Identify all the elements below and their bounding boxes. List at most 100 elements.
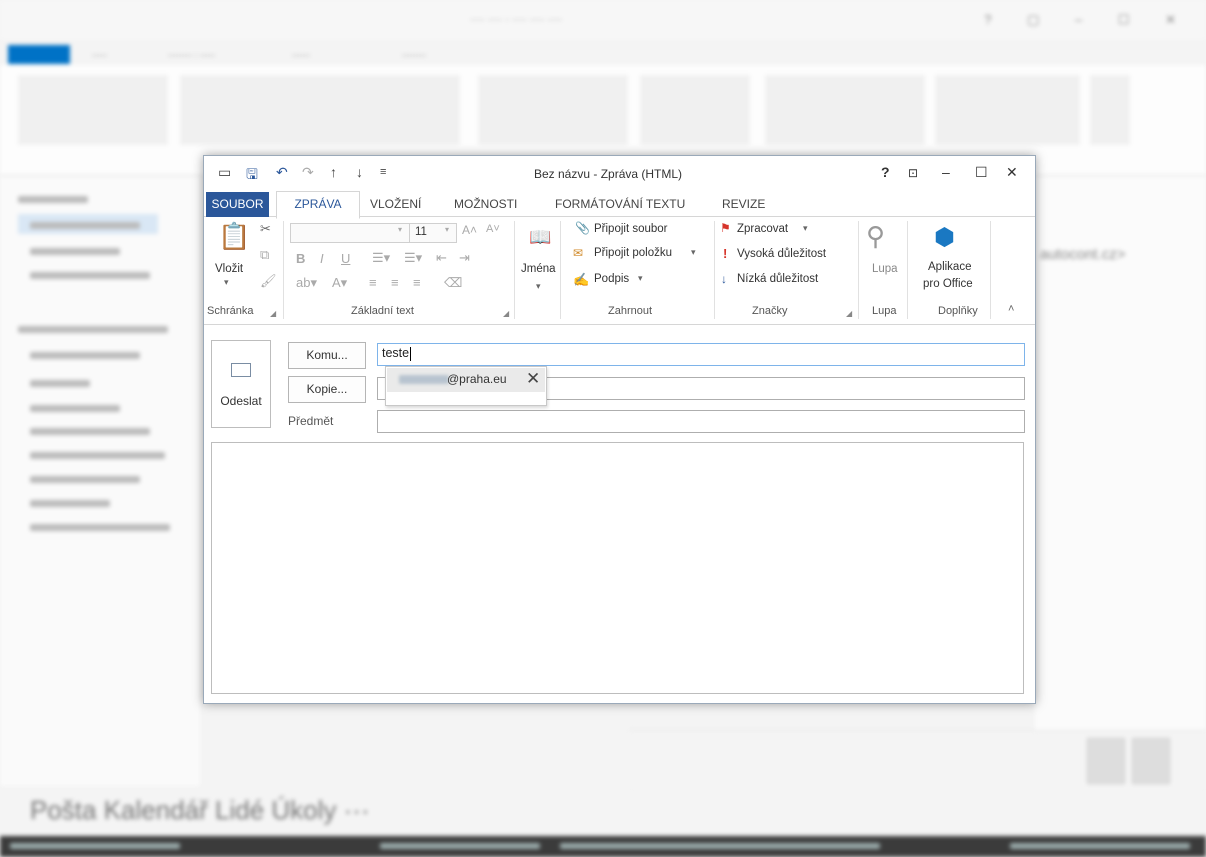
save-icon[interactable]: 🖫 — [246, 164, 258, 188]
office-apps-icon[interactable]: ⬢ — [934, 223, 955, 252]
bg-ribbon-group — [18, 75, 168, 145]
tab-insert[interactable]: VLOŽENÍ — [370, 197, 421, 211]
tab-format-text[interactable]: FORMÁTOVÁNÍ TEXTU — [555, 197, 685, 211]
to-field-text: teste — [382, 346, 410, 360]
paste-button[interactable]: Vložit — [215, 263, 243, 275]
zoom-group-label: Lupa — [872, 305, 897, 317]
numbering-icon[interactable]: ☰▾ — [404, 250, 422, 266]
cut-icon[interactable]: ✂ — [260, 221, 271, 237]
zoom-button[interactable]: Lupa — [872, 263, 898, 275]
bg-tab: ····· — [92, 50, 107, 60]
autocomplete-suggestion[interactable]: @praha.eu ✕ — [387, 368, 545, 392]
undo-icon[interactable]: ↶ — [276, 164, 288, 181]
bg-navigation: Pošta Kalendář Lidé Úkoly ··· — [30, 795, 370, 825]
follow-up-button[interactable]: Zpracovat — [737, 223, 788, 235]
underline-icon[interactable]: U — [341, 251, 350, 266]
ribbon-display-icon[interactable]: ⊡ — [908, 166, 918, 180]
signature-button[interactable]: Podpis — [594, 273, 629, 285]
bg-folder — [30, 272, 150, 279]
minimize-button[interactable]: – — [942, 164, 950, 180]
app-icon: ▭ — [218, 164, 232, 180]
attach-file-button[interactable]: Připojit soubor — [594, 223, 668, 235]
align-center-icon[interactable]: ≡ — [391, 275, 399, 290]
basic-text-launcher-icon[interactable]: ◢ — [503, 309, 509, 318]
redo-icon[interactable]: ↷ — [302, 164, 314, 181]
align-left-icon[interactable]: ≡ — [369, 275, 377, 290]
bg-avatar — [1087, 738, 1125, 784]
cc-button[interactable]: Kopie... — [288, 376, 366, 403]
tab-file[interactable]: SOUBOR — [206, 192, 269, 217]
font-name-dropdown-icon[interactable]: ▾ — [398, 225, 402, 234]
bg-folder — [30, 452, 165, 459]
text-cursor — [410, 346, 412, 361]
highlight-icon[interactable]: ab▾ — [296, 275, 317, 291]
attach-item-dropdown-icon[interactable]: ▾ — [691, 247, 696, 258]
bg-tab: ········ — [402, 50, 426, 60]
bg-ribbon-group — [478, 75, 628, 145]
clear-formatting-icon[interactable]: ⌫ — [444, 275, 462, 291]
subject-field[interactable] — [377, 410, 1025, 433]
collapse-ribbon-icon[interactable]: ˄ — [1008, 303, 1014, 315]
clipboard-launcher-icon[interactable]: ◢ — [270, 309, 276, 318]
follow-up-dropdown-icon[interactable]: ▾ — [803, 223, 808, 234]
address-book-icon[interactable]: 📖 — [529, 227, 551, 248]
names-button[interactable]: Jména — [521, 263, 556, 275]
bg-status-item — [560, 843, 880, 849]
paste-icon[interactable]: 📋 — [218, 221, 250, 252]
tags-launcher-icon[interactable]: ◢ — [846, 309, 852, 318]
remove-suggestion-icon[interactable]: ✕ — [526, 369, 540, 389]
to-field[interactable]: teste — [377, 343, 1025, 366]
tab-message[interactable]: ZPRÁVA — [276, 191, 360, 219]
font-color-icon[interactable]: A▾ — [332, 275, 347, 291]
bg-folder — [30, 380, 90, 387]
align-right-icon[interactable]: ≡ — [413, 275, 421, 290]
zoom-icon[interactable]: ⚲ — [866, 221, 885, 252]
italic-icon[interactable]: I — [320, 251, 324, 266]
message-body[interactable] — [211, 442, 1024, 694]
to-button[interactable]: Komu... — [288, 342, 366, 369]
window-title: Bez názvu - Zpráva (HTML) — [534, 167, 683, 181]
format-painter-icon[interactable]: 🖌 — [260, 273, 277, 289]
attach-item-button[interactable]: Připojit položku — [594, 247, 672, 259]
bg-ribbon-group — [1090, 75, 1130, 145]
bg-status-item — [1010, 843, 1190, 849]
high-importance-button[interactable]: Vysoká důležitost — [737, 248, 826, 260]
separator — [858, 221, 859, 319]
send-button[interactable]: Odeslat — [211, 340, 271, 428]
copy-icon[interactable]: ⧉ — [260, 247, 269, 263]
paste-dropdown-icon[interactable]: ▾ — [224, 277, 229, 288]
bg-ribbon-group — [180, 75, 460, 145]
bg-status-item — [380, 843, 540, 849]
flag-icon: ⚑ — [720, 221, 731, 235]
font-name-box[interactable] — [290, 223, 410, 243]
window-titlebar: ▭ 🖫 ↶ ↷ ↑ ↓ ≡ Bez názvu - Zpráva (HTML) … — [204, 156, 1035, 190]
grow-font-icon[interactable]: A˄ — [462, 223, 477, 237]
bg-file-tab — [8, 45, 70, 64]
bg-email-hint: autocont.cz> — [1040, 246, 1126, 263]
tab-options[interactable]: MOŽNOSTI — [454, 197, 517, 211]
font-size-dropdown-icon[interactable]: ▾ — [445, 225, 449, 234]
compose-window: ▭ 🖫 ↶ ↷ ↑ ↓ ≡ Bez názvu - Zpráva (HTML) … — [203, 155, 1036, 704]
low-importance-button[interactable]: Nízká důležitost — [737, 273, 818, 285]
office-apps-button[interactable]: Aplikace — [928, 261, 971, 273]
autocomplete-dropdown: @praha.eu ✕ — [385, 366, 547, 406]
decrease-indent-icon[interactable]: ⇤ — [436, 250, 447, 266]
shrink-font-icon[interactable]: A˅ — [486, 223, 500, 235]
increase-indent-icon[interactable]: ⇥ — [459, 250, 470, 266]
tab-review[interactable]: REVIZE — [722, 197, 765, 211]
close-button[interactable]: ✕ — [1006, 164, 1018, 181]
customize-toolbar-icon[interactable]: ≡ — [380, 166, 386, 178]
arrow-down-icon[interactable]: ↓ — [356, 164, 363, 180]
signature-dropdown-icon[interactable]: ▾ — [638, 273, 643, 284]
separator — [514, 221, 515, 319]
clipboard-group-label: Schránka — [207, 305, 254, 317]
names-dropdown-icon[interactable]: ▾ — [536, 281, 541, 292]
bg-folder — [30, 352, 140, 359]
bold-icon[interactable]: B — [296, 251, 305, 266]
help-button[interactable]: ? — [881, 164, 890, 180]
redacted-username — [399, 375, 449, 384]
basic-text-group-label: Základní text — [351, 305, 414, 317]
bullets-icon[interactable]: ☰▾ — [372, 250, 390, 266]
arrow-up-icon[interactable]: ↑ — [330, 164, 337, 180]
maximize-button[interactable]: ☐ — [975, 164, 988, 181]
